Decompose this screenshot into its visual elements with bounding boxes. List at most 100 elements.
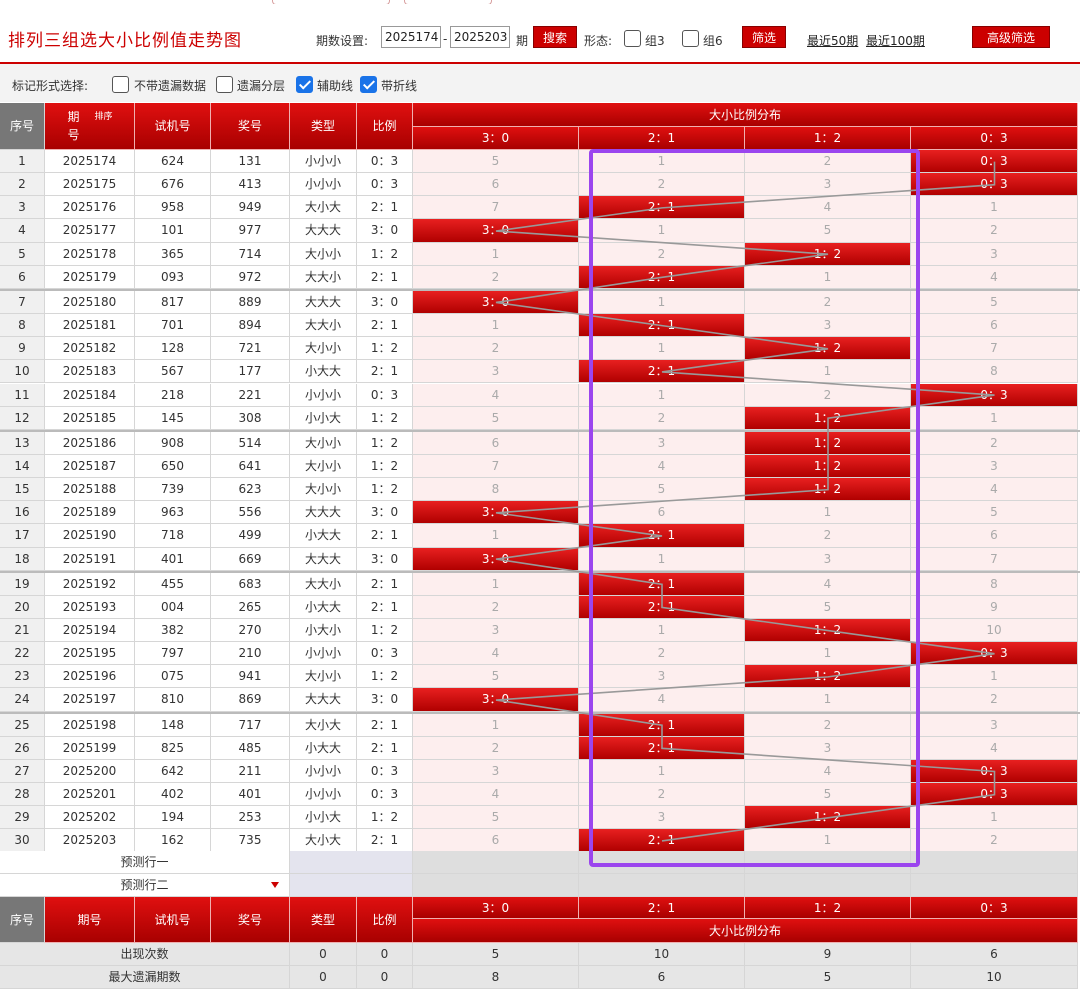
dist-miss-cell: 1 bbox=[413, 572, 579, 596]
sort-button[interactable]: 排序 bbox=[94, 112, 112, 122]
dist-miss-cell: 6 bbox=[413, 431, 579, 455]
row-issue: 2025196 bbox=[45, 665, 135, 689]
group6-checkbox[interactable] bbox=[682, 30, 699, 47]
dist-miss-cell: 3 bbox=[745, 314, 911, 338]
aux-line-label: 辅助线 bbox=[317, 79, 354, 93]
dist-miss-cell: 7 bbox=[413, 196, 579, 220]
polyline-checkbox[interactable] bbox=[360, 76, 377, 93]
row-trial: 218 bbox=[135, 383, 211, 407]
row-ratio: 2：1 bbox=[357, 265, 413, 289]
dist-miss-cell: 3 bbox=[413, 360, 579, 384]
row-seq: 29 bbox=[0, 806, 45, 830]
row-issue: 2025177 bbox=[45, 219, 135, 243]
recent-50-link[interactable]: 最近50期 bbox=[807, 32, 858, 49]
header-prize: 奖号 bbox=[211, 103, 290, 150]
group3-checkbox[interactable] bbox=[624, 30, 641, 47]
period-from-input[interactable]: 2025174 bbox=[381, 26, 441, 48]
search-button[interactable]: 搜索 bbox=[533, 26, 577, 48]
recent-100-link[interactable]: 最近100期 bbox=[866, 32, 925, 49]
row-prize: 514 bbox=[211, 431, 290, 455]
group-separator bbox=[0, 288, 1080, 291]
dist-miss-cell: 9 bbox=[911, 595, 1078, 619]
predict-row-2-cell[interactable] bbox=[745, 874, 911, 897]
row-seq: 12 bbox=[0, 406, 45, 430]
row-seq: 19 bbox=[0, 572, 45, 596]
period-to-input[interactable]: 2025203 bbox=[450, 26, 510, 48]
row-seq: 10 bbox=[0, 360, 45, 384]
predict-row-1-cell[interactable] bbox=[911, 851, 1078, 874]
dist-hit-cell: 2：1 bbox=[579, 572, 745, 596]
footer-dist-col: 2：1 bbox=[579, 897, 745, 919]
dist-miss-cell: 3 bbox=[745, 173, 911, 197]
row-ratio: 1：2 bbox=[357, 665, 413, 689]
dist-miss-cell: 2 bbox=[579, 173, 745, 197]
row-seq: 18 bbox=[0, 547, 45, 571]
dist-miss-cell: 4 bbox=[911, 736, 1078, 760]
row-seq: 3 bbox=[0, 196, 45, 220]
polyline-label: 带折线 bbox=[381, 79, 418, 93]
row-seq: 5 bbox=[0, 242, 45, 266]
predict-row-1-cell[interactable] bbox=[579, 851, 745, 874]
row-type: 大大大 bbox=[290, 290, 357, 315]
row-prize: 623 bbox=[211, 478, 290, 502]
summary-label: 最大遗漏期数 bbox=[0, 966, 290, 989]
row-issue: 2025190 bbox=[45, 524, 135, 548]
dist-miss-cell: 6 bbox=[911, 524, 1078, 548]
row-seq: 13 bbox=[0, 431, 45, 455]
row-issue: 2025188 bbox=[45, 478, 135, 502]
row-type: 大小小 bbox=[290, 665, 357, 689]
header-issue[interactable]: 期号 排序 bbox=[45, 103, 135, 150]
row-trial: 004 bbox=[135, 595, 211, 619]
row-ratio: 0：3 bbox=[357, 173, 413, 197]
row-issue: 2025195 bbox=[45, 642, 135, 666]
dist-miss-cell: 5 bbox=[413, 665, 579, 689]
predict-row-1-input[interactable] bbox=[290, 851, 413, 874]
summary-value: 5 bbox=[745, 966, 911, 989]
dist-miss-cell: 1 bbox=[579, 759, 745, 784]
predict-row-2-cell[interactable] bbox=[911, 874, 1078, 897]
footer-distribution: 大小比例分布 bbox=[413, 919, 1078, 943]
dist-miss-cell: 2 bbox=[745, 713, 911, 737]
row-seq: 7 bbox=[0, 290, 45, 315]
predict-row-2-cell[interactable] bbox=[579, 874, 745, 897]
dist-hit-cell: 3：0 bbox=[413, 688, 579, 712]
dist-miss-cell: 3 bbox=[745, 736, 911, 760]
predict-row-2-input[interactable] bbox=[290, 874, 413, 897]
row-issue: 2025187 bbox=[45, 454, 135, 479]
summary-value: 5 bbox=[413, 943, 579, 966]
row-issue: 2025176 bbox=[45, 196, 135, 220]
miss-layer-checkbox[interactable] bbox=[216, 76, 233, 93]
row-type: 小大大 bbox=[290, 736, 357, 760]
dist-miss-cell: 1 bbox=[579, 547, 745, 571]
row-trial: 365 bbox=[135, 242, 211, 266]
predict-row-1-cell[interactable] bbox=[745, 851, 911, 874]
group3-label: 组3 bbox=[645, 34, 665, 48]
period-dash: - bbox=[443, 32, 448, 46]
dist-miss-cell: 1 bbox=[745, 501, 911, 525]
dist-miss-cell: 8 bbox=[911, 572, 1078, 596]
no-miss-data-label: 不带遗漏数据 bbox=[134, 79, 207, 93]
row-issue: 2025198 bbox=[45, 713, 135, 737]
row-issue: 2025193 bbox=[45, 595, 135, 619]
filter-button[interactable]: 筛选 bbox=[742, 26, 786, 48]
aux-line-checkbox[interactable] bbox=[296, 76, 313, 93]
row-prize: 401 bbox=[211, 783, 290, 807]
row-trial: 642 bbox=[135, 759, 211, 784]
arrow-down-icon[interactable] bbox=[271, 882, 279, 888]
dist-miss-cell: 1 bbox=[579, 337, 745, 361]
header-dist-col: 3：0 bbox=[413, 127, 579, 150]
dist-miss-cell: 2 bbox=[745, 383, 911, 407]
advanced-filter-button[interactable]: 高级筛选 bbox=[972, 26, 1050, 48]
dist-miss-cell: 7 bbox=[911, 547, 1078, 571]
dist-miss-cell: 1 bbox=[579, 383, 745, 407]
header-issue-label: 期号 bbox=[67, 110, 80, 142]
dist-hit-cell: 1：2 bbox=[745, 454, 911, 479]
summary-type: 0 bbox=[290, 943, 357, 966]
dist-miss-cell: 4 bbox=[745, 572, 911, 596]
no-miss-data-checkbox[interactable] bbox=[112, 76, 129, 93]
mark-options-bar: 标记形式选择: 不带遗漏数据 遗漏分层 辅助线 带折线 bbox=[0, 64, 1080, 102]
predict-row-1-cell[interactable] bbox=[413, 851, 579, 874]
dist-hit-cell: 1：2 bbox=[745, 431, 911, 455]
row-type: 大小大 bbox=[290, 196, 357, 220]
predict-row-2-cell[interactable] bbox=[413, 874, 579, 897]
